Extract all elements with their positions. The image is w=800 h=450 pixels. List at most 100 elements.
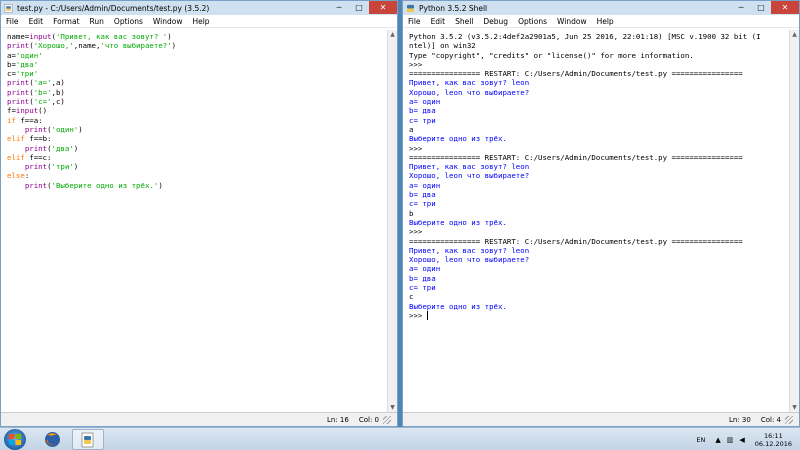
line-indicator: Ln: 30 (729, 415, 751, 424)
shell-line: Type "copyright", "credits" or "license(… (409, 50, 694, 60)
menu-help[interactable]: Help (192, 17, 209, 26)
col-indicator: Col: 0 (358, 415, 379, 424)
taskbar: EN ▲ ▥ ◀ 16:11 06.12.2016 (0, 427, 800, 450)
clock-date: 06.12.2016 (754, 439, 792, 448)
editor-scrollbar[interactable]: ▲ ▼ (387, 30, 397, 412)
shell-titlebar[interactable]: Python 3.5.2 Shell ─ □ ✕ (403, 1, 799, 15)
code-line: name=input('Привет, как вас зовут? ') (7, 32, 172, 41)
code-line: elif f==b: (7, 134, 52, 144)
code-line: else: (7, 171, 30, 181)
shell-line: c= три (409, 199, 436, 209)
menu-file[interactable]: File (408, 17, 421, 26)
shell-title: Python 3.5.2 Shell (419, 3, 488, 13)
maximize-button[interactable]: □ (349, 1, 369, 14)
shell-line: Выберите одно из трёх. (409, 134, 507, 144)
menu-edit[interactable]: Edit (431, 17, 446, 26)
code-line: print('Хорошо,',name,'что выбираете?') (7, 41, 177, 51)
shell-line: Хорошо, leon что выбираете? (409, 255, 530, 265)
code-editor[interactable]: name=input('Привет, как вас зовут? ') pri… (1, 30, 387, 412)
code-line: f=input() (7, 106, 48, 116)
shell-scrollbar[interactable]: ▲ ▼ (789, 30, 799, 412)
close-button[interactable]: ✕ (771, 1, 799, 14)
python-file-icon (4, 3, 13, 13)
menu-window[interactable]: Window (557, 17, 587, 26)
shell-line: a= один (409, 97, 441, 107)
menu-window[interactable]: Window (153, 17, 183, 26)
code-line: print('два') (24, 143, 79, 153)
code-line: print('c=',c) (7, 97, 65, 107)
scroll-up-icon[interactable]: ▲ (388, 30, 397, 39)
col-indicator: Col: 4 (760, 415, 781, 424)
shell-line: c= три (409, 115, 436, 125)
scroll-down-icon[interactable]: ▼ (790, 403, 799, 412)
network-icon[interactable]: ▥ (727, 436, 734, 444)
shell-prompt: >>> (409, 59, 427, 69)
menu-options[interactable]: Options (114, 17, 143, 26)
clock[interactable]: 16:11 06.12.2016 (755, 432, 792, 448)
shell-line: Хорошо, leon что выбираете? (409, 87, 530, 97)
minimize-button[interactable]: ─ (731, 1, 751, 14)
code-line: c='три' (7, 69, 39, 79)
code-line: elif f==c: (7, 152, 52, 162)
shell-line: ================ RESTART: C:/Users/Admin… (409, 236, 743, 246)
language-indicator[interactable]: EN (696, 436, 705, 444)
system-tray: EN ▲ ▥ ◀ 16:11 06.12.2016 (696, 428, 792, 450)
shell-statusbar: Ln: 30 Col: 4 (403, 412, 799, 426)
shell-output[interactable]: Python 3.5.2 (v3.5.2:4def2a2901a5, Jun 2… (403, 30, 789, 412)
shell-line: b (409, 208, 414, 218)
volume-icon[interactable]: ◀ (739, 436, 744, 444)
menu-options[interactable]: Options (518, 17, 547, 26)
shell-line: ================ RESTART: C:/Users/Admin… (409, 152, 743, 162)
code-line: print('один') (24, 124, 83, 134)
code-line: print('a=',a) (7, 78, 65, 88)
editor-titlebar[interactable]: test.py - C:/Users/Admin/Documents/test.… (1, 1, 397, 15)
shell-line: ntel)] on win32 (409, 41, 476, 51)
menu-shell[interactable]: Shell (455, 17, 473, 26)
shell-line: Python 3.5.2 (v3.5.2:4def2a2901a5, Jun 2… (409, 32, 761, 41)
firefox-icon (44, 432, 60, 447)
editor-menubar: File Edit Format Run Options Window Help (1, 15, 397, 28)
shell-line: Выберите одно из трёх. (409, 217, 507, 227)
shell-line: b= два (409, 106, 436, 116)
code-line: print('Выберите одно из трёх.') (24, 180, 163, 190)
text-cursor (426, 311, 428, 321)
shell-line: a= один (409, 180, 441, 190)
menu-debug[interactable]: Debug (483, 17, 508, 26)
shell-line: Выберите одно из трёх. (409, 301, 507, 311)
code-line: a='один' (7, 50, 43, 60)
menu-format[interactable]: Format (53, 17, 79, 26)
shell-line: c= три (409, 283, 436, 293)
resize-grip-icon[interactable] (785, 415, 793, 424)
scroll-down-icon[interactable]: ▼ (388, 403, 397, 412)
shell-line: ================ RESTART: C:/Users/Admin… (409, 69, 743, 79)
menu-file[interactable]: File (6, 17, 19, 26)
editor-title: test.py - C:/Users/Admin/Documents/test.… (17, 3, 210, 13)
code-line: print('три') (24, 162, 79, 172)
taskbar-python-idle[interactable] (72, 429, 104, 450)
minimize-button[interactable]: ─ (329, 1, 349, 14)
line-indicator: Ln: 16 (327, 415, 349, 424)
editor-statusbar: Ln: 16 Col: 0 (1, 412, 397, 426)
shell-prompt: >>> (409, 143, 427, 153)
shell-window: Python 3.5.2 Shell ─ □ ✕ File Edit Shell… (402, 0, 800, 427)
taskbar-firefox[interactable] (36, 429, 68, 450)
close-button[interactable]: ✕ (369, 1, 397, 14)
shell-line: Привет, как вас зовут? leon (409, 245, 530, 255)
start-button[interactable] (4, 429, 26, 450)
shell-line: b= два (409, 273, 436, 283)
scroll-up-icon[interactable]: ▲ (790, 30, 799, 39)
menu-edit[interactable]: Edit (29, 17, 44, 26)
python-icon (81, 432, 94, 447)
menu-help[interactable]: Help (597, 17, 614, 26)
shell-menubar: File Edit Shell Debug Options Window Hel… (403, 15, 799, 28)
show-hidden-icons-icon[interactable]: ▲ (715, 436, 720, 444)
shell-line: Привет, как вас зовут? leon (409, 78, 530, 88)
shell-line: Хорошо, leon что выбираете? (409, 171, 530, 181)
maximize-button[interactable]: □ (751, 1, 771, 14)
python-icon (406, 4, 415, 12)
shell-line: b= два (409, 190, 436, 200)
resize-grip-icon[interactable] (383, 415, 391, 424)
menu-run[interactable]: Run (90, 17, 104, 26)
shell-prompt: >>> (409, 227, 427, 237)
shell-line: a= один (409, 264, 441, 274)
